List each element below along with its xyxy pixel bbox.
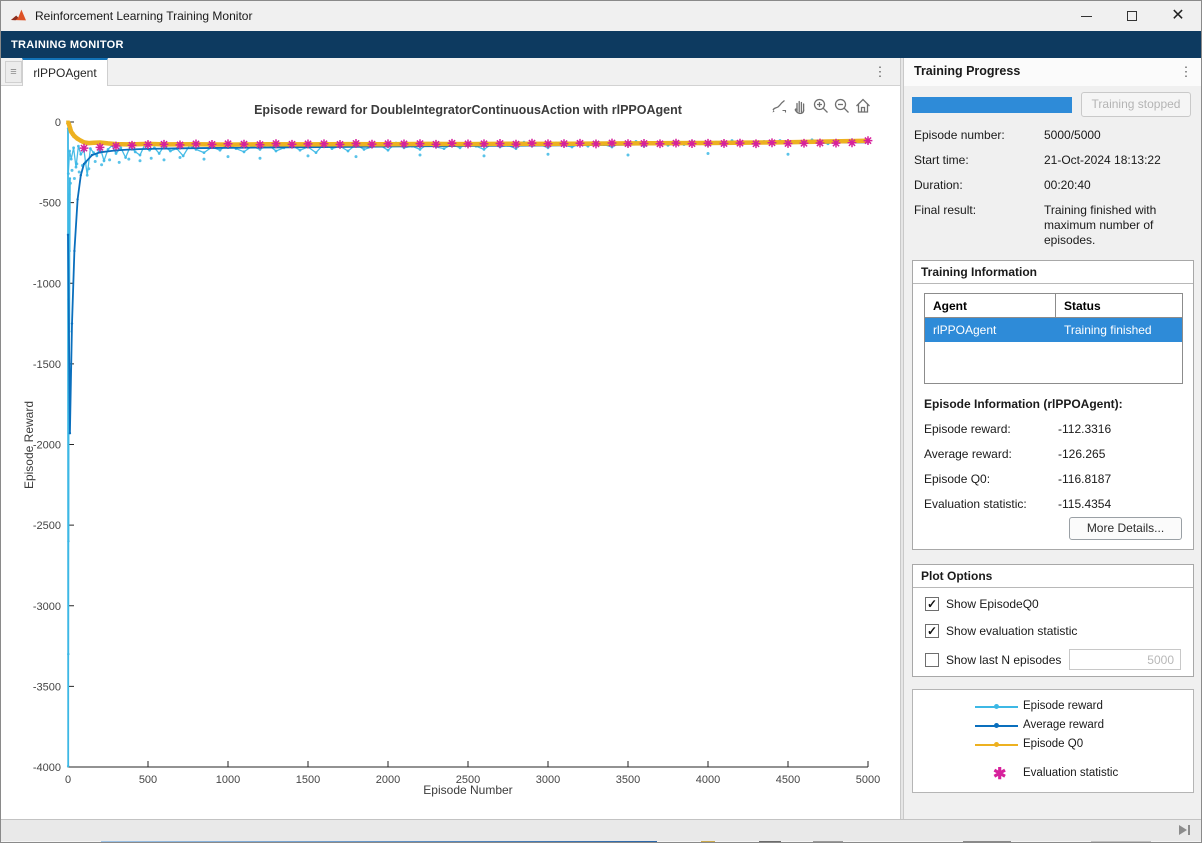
last-n-episodes-input[interactable]	[1069, 649, 1181, 670]
close-button[interactable]: ✕	[1155, 1, 1201, 31]
status-cell: Training finished	[1056, 323, 1182, 337]
progress-bar-fill	[912, 97, 1072, 113]
bottom-scrollbar-strip[interactable]	[1, 819, 1201, 841]
tab-label: rlPPOAgent	[33, 66, 96, 80]
progress-bar	[912, 97, 1072, 113]
app-window: Reinforcement Learning Training Monitor …	[0, 0, 1202, 843]
show-last-n-episodes-checkbox[interactable]	[925, 653, 939, 667]
show-last-n-episodes-label: Show last N episodes	[946, 653, 1061, 667]
duration-value: 00:20:40	[1044, 178, 1196, 193]
legend-box: Episode reward Average reward Episode Q0…	[912, 689, 1194, 793]
episode-information-title: Episode Information (rlPPOAgent):	[924, 397, 1123, 411]
close-icon: ✕	[1171, 8, 1184, 24]
y-tick-label: -2500	[33, 520, 61, 532]
x-axis-label: Episode Number	[68, 783, 868, 797]
window-title: Reinforcement Learning Training Monitor	[35, 9, 252, 23]
evaluation-statistic-label: Evaluation statistic:	[924, 497, 1027, 511]
document-options-kebab-icon[interactable]: ⋮	[873, 65, 887, 78]
final-result-value: Training finished with maximum number of…	[1044, 203, 1196, 248]
start-time-label: Start time:	[914, 153, 969, 167]
table-header-row: Agent Status	[925, 294, 1182, 318]
panel-options-kebab-icon[interactable]: ⋮	[1179, 65, 1193, 78]
show-episodeq0-option[interactable]: ✓ Show EpisodeQ0	[925, 596, 1039, 612]
average-reward-value: -126.265	[1058, 447, 1105, 461]
training-plot[interactable]: 0500100015002000250030003500400045005000…	[1, 86, 900, 819]
show-evaluation-statistic-label: Show evaluation statistic	[946, 624, 1077, 638]
pan-icon[interactable]	[791, 97, 809, 115]
y-tick-label: -4000	[33, 762, 61, 774]
y-axis-label: Episode Reward	[22, 390, 36, 500]
show-evaluation-statistic-option[interactable]: ✓ Show evaluation statistic	[925, 623, 1077, 639]
show-episodeq0-label: Show EpisodeQ0	[946, 597, 1039, 611]
skip-to-end-icon[interactable]	[1178, 823, 1192, 837]
episode-reward-label: Episode reward:	[924, 422, 1011, 436]
title-bar: Reinforcement Learning Training Monitor …	[1, 1, 1201, 31]
episode-number-label: Episode number:	[914, 128, 1005, 142]
final-result-label: Final result:	[914, 203, 976, 217]
plot-options-section: Plot Options ✓ Show EpisodeQ0 ✓ Show eva…	[912, 564, 1194, 677]
average-reward-marker	[994, 723, 999, 728]
average-reward-label: Average reward:	[924, 447, 1012, 461]
y-tick-label: 0	[55, 117, 61, 129]
show-episodeq0-checkbox[interactable]: ✓	[925, 597, 939, 611]
y-tick-label: -2000	[33, 440, 61, 452]
zoom-in-icon[interactable]	[812, 97, 830, 115]
episode-q0-label: Episode Q0:	[924, 472, 990, 486]
legend-label: Evaluation statistic	[1023, 767, 1118, 779]
y-tick-label: -3000	[33, 601, 61, 613]
legend-label: Episode reward	[1023, 700, 1103, 712]
legend-label: Episode Q0	[1023, 738, 1083, 750]
document-tab-bar: ≡ rlPPOAgent ⋮ Training Progress ⋮	[1, 58, 1201, 86]
tab-rlppoagent[interactable]: rlPPOAgent	[22, 58, 108, 86]
agent-column-header: Agent	[925, 294, 1056, 317]
episode-number-value: 5000/5000	[1044, 128, 1196, 143]
evaluation-statistic-value: -115.4354	[1058, 497, 1111, 511]
panel-title: Training Progress	[914, 64, 1020, 78]
figure-document: 0500100015002000250030003500400045005000…	[1, 86, 900, 819]
minimize-icon	[1081, 16, 1092, 17]
training-information-title: Training Information	[913, 261, 1193, 284]
episode-reward-marker	[994, 704, 999, 709]
panel-header-bar: Training Progress ⋮	[904, 58, 1202, 86]
evaluation-statistic-asterisk-icon: ✱	[993, 764, 1006, 784]
training-information-section: Training Information Agent Status rlPPOA…	[912, 260, 1194, 550]
restore-view-icon[interactable]	[854, 97, 872, 115]
maximize-icon	[1127, 11, 1137, 21]
y-tick-label: -3500	[33, 681, 61, 693]
show-evaluation-statistic-checkbox[interactable]: ✓	[925, 624, 939, 638]
minimize-button[interactable]	[1063, 1, 1109, 31]
legend-item-evaluation-statistic[interactable]: ✱ Evaluation statistic	[913, 767, 1193, 781]
table-row[interactable]: rlPPOAgent Training finished	[925, 318, 1182, 342]
y-tick-label: -1500	[33, 359, 61, 371]
legend-label: Average reward	[1023, 719, 1104, 731]
status-column-header: Status	[1056, 299, 1182, 313]
zoom-out-icon[interactable]	[833, 97, 851, 115]
episode-q0-value: -116.8187	[1058, 472, 1111, 486]
main-area: 0500100015002000250030003500400045005000…	[1, 86, 1201, 819]
maximize-button[interactable]	[1109, 1, 1155, 31]
matlab-logo-icon	[10, 8, 27, 25]
more-details-button[interactable]: More Details...	[1069, 517, 1182, 540]
legend-item-average-reward[interactable]: Average reward	[913, 719, 1193, 733]
y-tick-label: -1000	[33, 278, 61, 290]
legend-item-episode-q0[interactable]: Episode Q0	[913, 738, 1193, 752]
training-progress-panel: Training stopped Episode number: 5000/50…	[904, 86, 1202, 819]
tab-training-monitor[interactable]: TRAINING MONITOR	[11, 39, 124, 51]
agent-cell: rlPPOAgent	[925, 323, 1056, 337]
legend-item-episode-reward[interactable]: Episode reward	[913, 700, 1193, 714]
training-stopped-button[interactable]: Training stopped	[1081, 92, 1191, 117]
episode-q0-marker	[994, 742, 999, 747]
toolstrip-ribbon: TRAINING MONITOR	[1, 31, 1201, 58]
document-bar-grip-icon[interactable]: ≡	[5, 61, 22, 83]
agent-status-table[interactable]: Agent Status rlPPOAgent Training finishe…	[924, 293, 1183, 384]
y-tick-label: -500	[39, 198, 61, 210]
start-time-value: 21-Oct-2024 18:13:22	[1044, 153, 1196, 168]
brush-icon[interactable]	[770, 97, 788, 115]
show-last-n-episodes-option[interactable]: Show last N episodes	[925, 652, 1061, 668]
chart-title: Episode reward for DoubleIntegratorConti…	[68, 103, 868, 117]
episode-reward-value: -112.3316	[1058, 422, 1111, 436]
plot-options-title: Plot Options	[913, 565, 1193, 588]
axes-toolbar	[770, 97, 872, 115]
duration-label: Duration:	[914, 178, 963, 192]
